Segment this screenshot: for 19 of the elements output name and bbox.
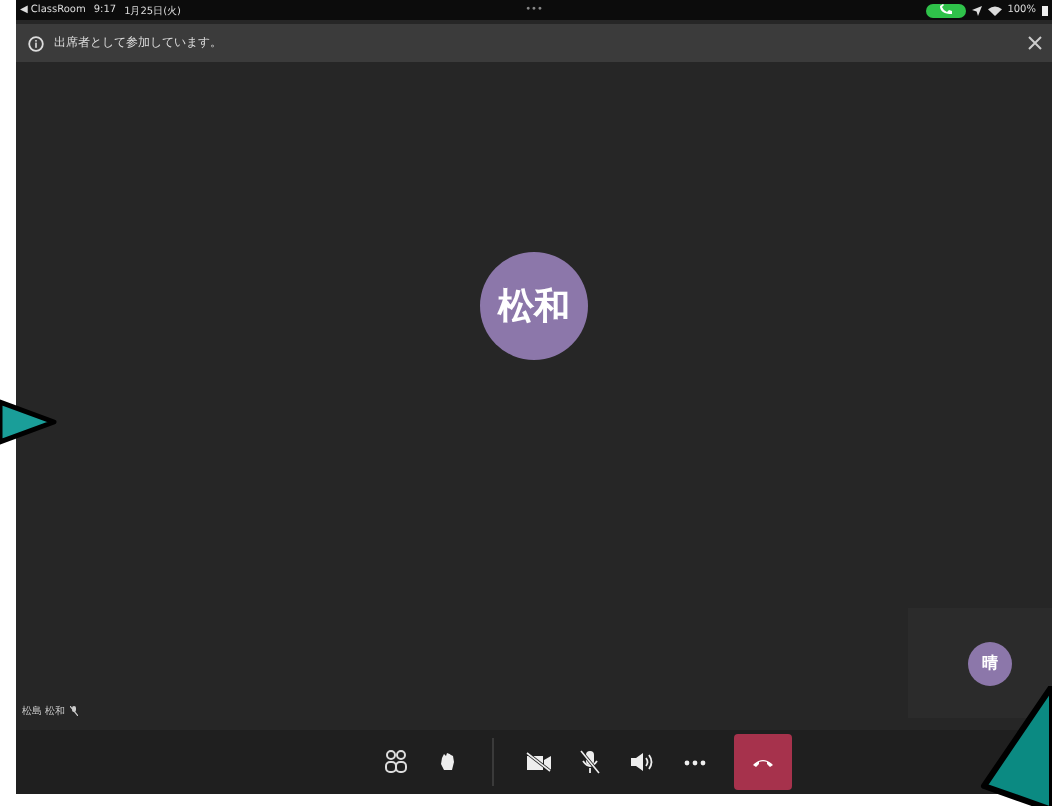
pointer-arrow-drawing [0,398,60,446]
battery-icon [1041,5,1048,15]
info-icon [28,35,44,51]
mic-off-icon [69,706,78,716]
wifi-icon [987,5,1002,15]
location-icon [971,5,982,15]
speaker-icon [630,752,654,772]
close-icon[interactable] [1028,36,1042,50]
mic-off-icon [580,750,600,774]
people-icon [384,750,408,774]
self-video-tile[interactable]: 晴 [908,608,1052,718]
self-avatar: 晴 [968,641,1012,685]
call-pill-icon[interactable] [925,3,966,17]
phone-icon [752,757,774,767]
more-icon [683,759,705,765]
hand-icon [440,752,456,772]
camera-off-icon [525,752,551,772]
participant-avatar: 松和 [480,251,588,359]
pointer-arrow-drawing [980,686,1052,806]
